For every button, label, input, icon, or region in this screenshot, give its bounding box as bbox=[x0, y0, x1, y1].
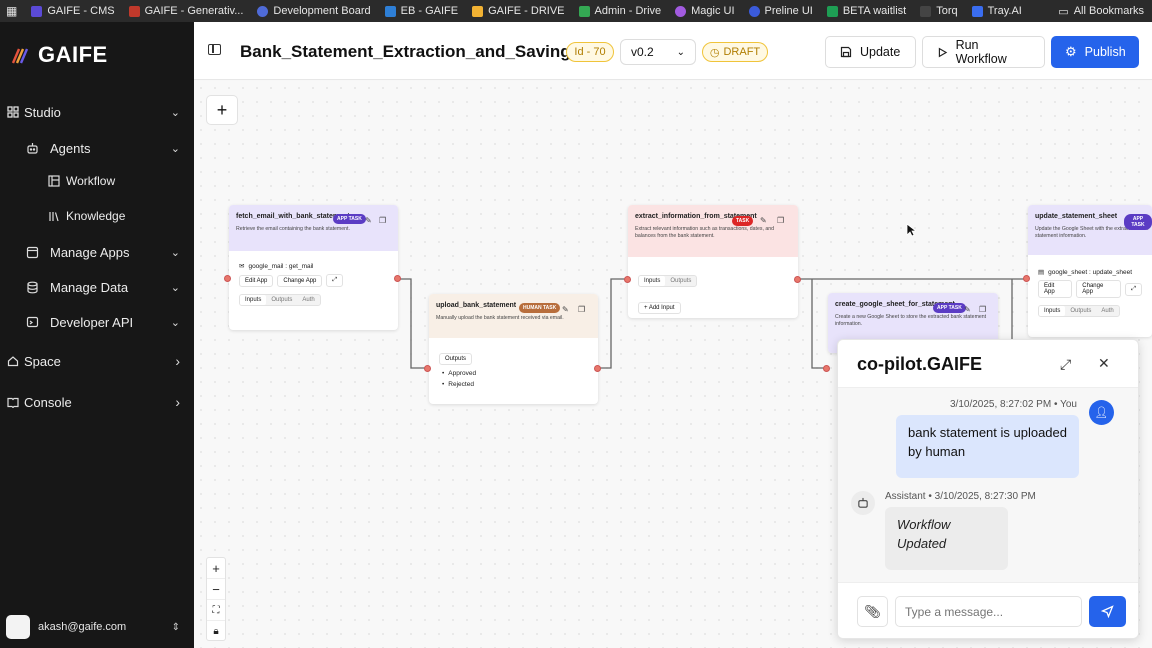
lock-button[interactable]: 🔒︎ bbox=[207, 621, 225, 642]
app-row: ✉ google_mail : get_mail bbox=[239, 262, 314, 271]
node-title: create_google_sheet_for_statement bbox=[835, 301, 955, 308]
change-app-button[interactable]: Change App bbox=[277, 274, 323, 287]
edge-fetch-upload bbox=[398, 278, 428, 369]
output-handle[interactable] bbox=[394, 275, 401, 282]
list-item: • Rejected bbox=[442, 381, 474, 388]
maximize-icon[interactable]: ⤢ bbox=[1060, 356, 1071, 373]
outputs-button[interactable]: Outputs bbox=[439, 353, 473, 365]
tab-inputs[interactable]: Inputs bbox=[639, 276, 666, 286]
node-upload-statement[interactable]: upload_bank_statement Manually upload th… bbox=[429, 294, 598, 404]
expand-icon[interactable]: ⤢ bbox=[326, 274, 344, 287]
tab-outputs[interactable]: Outputs bbox=[1065, 306, 1096, 316]
tab-outputs[interactable]: Outputs bbox=[665, 276, 696, 286]
app-task-tag: APP TASK bbox=[1124, 214, 1152, 230]
zoom-controls: + − ⛶ 🔒︎ bbox=[206, 557, 226, 641]
chat-messages: 3/10/2025, 8:27:02 PM • You 👤︎ bank stat… bbox=[838, 388, 1138, 582]
input-handle[interactable] bbox=[224, 275, 231, 282]
tab-auth[interactable]: Auth bbox=[297, 295, 319, 305]
node-description: Manually upload the bank statement recei… bbox=[436, 315, 564, 321]
tab-outputs[interactable]: Outputs bbox=[266, 295, 297, 305]
node-tabs: Inputs Outputs bbox=[638, 275, 698, 287]
node-title: extract_information_from_statement bbox=[635, 213, 757, 220]
task-tag: TASK bbox=[732, 216, 754, 226]
bot-avatar-icon bbox=[851, 491, 875, 515]
edit-app-button[interactable]: Edit App bbox=[239, 274, 274, 287]
attach-button[interactable]: 📎︎ bbox=[857, 596, 888, 627]
chat-header: co-pilot.GAIFE ⤢ ✕ bbox=[838, 340, 1138, 388]
human-task-tag: HUMAN TASK bbox=[519, 303, 561, 313]
chat-composer: 📎︎ bbox=[838, 582, 1138, 638]
output-handle[interactable] bbox=[794, 276, 801, 283]
node-extract-information[interactable]: extract_information_from_statement Extra… bbox=[628, 205, 798, 318]
user-message: bank statement is uploaded by human bbox=[896, 415, 1079, 478]
node-update-statement-sheet[interactable]: update_statement_sheet Update the Google… bbox=[1028, 205, 1152, 337]
message-input[interactable] bbox=[895, 596, 1082, 627]
edge-upload-extract bbox=[598, 278, 628, 369]
tab-inputs[interactable]: Inputs bbox=[1039, 306, 1066, 316]
app-task-tag: APP TASK bbox=[933, 303, 966, 313]
message-meta: 3/10/2025, 8:27:02 PM • You bbox=[950, 399, 1077, 410]
list-item: • Approved bbox=[442, 370, 477, 377]
copy-icon[interactable]: ❐ bbox=[777, 216, 784, 225]
app-task-tag: APP TASK bbox=[333, 214, 366, 224]
input-handle[interactable] bbox=[624, 276, 631, 283]
output-handle[interactable] bbox=[594, 365, 601, 372]
pencil-icon[interactable]: ✎ bbox=[365, 216, 372, 225]
node-title: fetch_email_with_bank_statement bbox=[236, 213, 350, 220]
node-fetch-email[interactable]: fetch_email_with_bank_statement Retrieve… bbox=[229, 205, 398, 330]
pencil-icon[interactable]: ✎ bbox=[964, 305, 971, 314]
edit-app-button[interactable]: Edit App bbox=[1038, 280, 1073, 298]
node-description: Retrieve the email containing the bank s… bbox=[236, 226, 350, 232]
user-avatar-icon: 👤︎ bbox=[1089, 400, 1114, 425]
send-button[interactable] bbox=[1089, 596, 1126, 627]
node-title: upload_bank_statement bbox=[436, 302, 517, 309]
node-description: Extract relevant information such as tra… bbox=[635, 226, 774, 239]
mail-icon: ✉ bbox=[239, 263, 245, 270]
input-handle[interactable] bbox=[424, 365, 431, 372]
zoom-in-button[interactable]: + bbox=[207, 558, 225, 579]
fit-view-button[interactable]: ⛶ bbox=[207, 600, 225, 621]
tab-auth[interactable]: Auth bbox=[1096, 306, 1118, 316]
pencil-icon[interactable]: ✎ bbox=[562, 305, 569, 314]
node-tabs: Inputs Outputs Auth bbox=[1038, 305, 1120, 317]
zoom-out-button[interactable]: − bbox=[207, 579, 225, 600]
send-icon bbox=[1101, 605, 1114, 618]
copy-icon[interactable]: ❐ bbox=[379, 216, 386, 225]
paperclip-icon: 📎︎ bbox=[864, 603, 881, 619]
node-tabs: Inputs Outputs Auth bbox=[239, 294, 321, 306]
tab-inputs[interactable]: Inputs bbox=[240, 295, 267, 305]
input-handle[interactable] bbox=[1023, 275, 1030, 282]
message-meta: Assistant • 3/10/2025, 8:27:30 PM bbox=[885, 491, 1036, 502]
mouse-cursor-icon bbox=[906, 223, 916, 237]
expand-icon[interactable]: ⤢ bbox=[1125, 282, 1142, 296]
chat-title: co-pilot.GAIFE bbox=[857, 354, 982, 374]
input-handle[interactable] bbox=[823, 365, 830, 372]
copy-icon[interactable]: ❐ bbox=[979, 305, 986, 314]
pencil-icon[interactable]: ✎ bbox=[760, 216, 767, 225]
close-icon[interactable]: ✕ bbox=[1098, 355, 1110, 372]
assistant-message: Workflow Updated bbox=[885, 507, 1008, 570]
add-input-button[interactable]: + Add Input bbox=[638, 302, 681, 314]
node-title: update_statement_sheet bbox=[1035, 213, 1118, 220]
copilot-chat-panel: co-pilot.GAIFE ⤢ ✕ 3/10/2025, 8:27:02 PM… bbox=[837, 339, 1139, 639]
change-app-button[interactable]: Change App bbox=[1076, 280, 1122, 298]
edge-extract-create bbox=[811, 279, 828, 369]
node-description: Create a new Google Sheet to store the e… bbox=[835, 314, 987, 327]
sheet-icon: ▤ bbox=[1038, 269, 1045, 276]
copy-icon[interactable]: ❐ bbox=[578, 305, 585, 314]
app-row: ▤ google_sheet : update_sheet bbox=[1038, 268, 1133, 277]
